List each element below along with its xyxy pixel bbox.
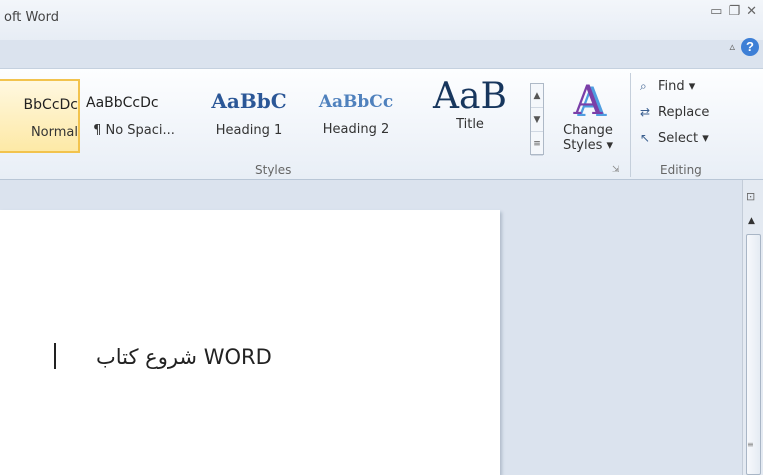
document-text[interactable]: شروع کتاب WORD [96,345,272,369]
document-page[interactable]: شروع کتاب WORD [0,210,500,475]
editing-group-label: Editing [660,163,702,177]
help-icon[interactable]: ? [741,38,759,56]
style-sample: AaBbC [211,89,287,113]
select-button[interactable]: ↖ Select ▾ [640,131,709,146]
window-title: oft Word [4,10,59,25]
style-sample: AaB [433,79,507,115]
text-cursor [54,343,56,369]
collapse-ribbon-icon[interactable]: ▵ [729,40,735,53]
style-sample: AaBbCcDc [86,95,159,111]
style-normal[interactable]: BbCcDc Normal [0,79,80,153]
style-label: ¶ No Spaci... [93,123,175,138]
styles-group-label: Styles [255,163,292,177]
change-styles-button[interactable]: A Change Styles ▾ [552,77,624,163]
style-no-spacing[interactable]: AaBbCcDc ¶ No Spaci... [86,79,182,153]
find-label: Find ▾ [658,79,696,94]
style-heading-1[interactable]: AaBbC Heading 1 [200,79,298,153]
pointer-icon: ↖ [640,131,651,145]
scrollbar-thumb[interactable] [746,234,761,475]
ribbon: BbCcDc Normal AaBbCcDc ¶ No Spaci... AaB… [0,68,763,180]
style-heading-2[interactable]: AaBbCc Heading 2 [308,79,404,153]
binoculars-icon: ⌕ [640,79,647,93]
gallery-down-icon[interactable]: ▼ [531,108,543,132]
minimize-button[interactable]: ▭ [710,4,722,19]
title-bar: oft Word ▭ ❐ ✕ [0,0,763,40]
replace-label: Replace [658,105,710,120]
scroll-up-icon[interactable]: ▲ [748,216,755,226]
group-divider [630,73,631,177]
change-styles-label: Change [563,123,613,138]
vertical-scrollbar[interactable]: ⊡ ▲ ≡ [742,180,763,475]
view-ruler-icon[interactable]: ⊡ [746,190,755,203]
change-styles-label-dropdown: Styles ▾ [562,138,614,153]
style-title[interactable]: AaB Title [415,79,525,153]
select-label: Select ▾ [658,131,709,146]
document-area: شروع کتاب WORD [0,180,742,475]
change-styles-icon: A [573,78,603,124]
style-sample: AaBbCc [318,92,394,112]
style-label: Heading 2 [322,122,390,137]
gallery-up-icon[interactable]: ▲ [531,84,543,108]
style-label: Heading 1 [215,123,283,138]
replace-button[interactable]: ⇄ Replace [640,105,709,120]
find-button[interactable]: ⌕ Find ▾ [640,79,695,94]
style-label: Normal [30,125,78,140]
restore-button[interactable]: ❐ [728,4,740,19]
window-controls: ▭ ❐ ✕ [710,4,757,19]
styles-gallery-scroller: ▲ ▼ ≡ [530,83,544,156]
close-button[interactable]: ✕ [746,4,757,19]
scrollbar-grip-icon: ≡ [747,440,754,449]
styles-dialog-launcher-icon[interactable]: ⇲ [612,165,620,175]
gallery-more-icon[interactable]: ≡ [531,132,543,156]
style-sample: BbCcDc [23,97,78,113]
style-label: Title [456,117,484,132]
replace-icon: ⇄ [640,105,651,119]
